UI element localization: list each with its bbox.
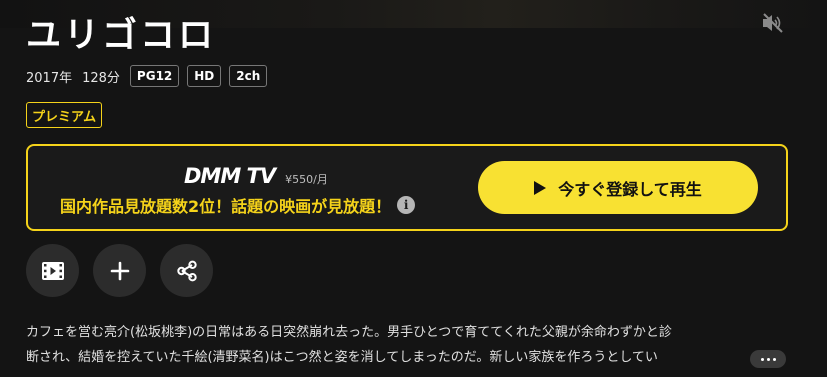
brand-row: DMM TV ¥550/月 [184, 164, 328, 188]
plus-icon [110, 261, 129, 280]
mute-button[interactable] [760, 10, 786, 36]
release-year: 2017年 [26, 70, 73, 86]
dot [766, 357, 770, 361]
rating-badge: PG12 [129, 65, 180, 87]
info-icon[interactable]: i [397, 196, 416, 214]
more-dots-icon[interactable] [750, 350, 786, 368]
action-buttons [26, 244, 213, 297]
meta-row: 2017年 128分 PG12 HD 2ch [26, 64, 268, 88]
audio-badge: 2ch [229, 65, 268, 87]
synopsis: カフェを営む亮介(松坂桃李)の日常はある日突然崩れ去った。男手ひとつで育ててくれ… [26, 320, 786, 370]
speaker-muted-icon [763, 13, 783, 33]
price-label: ¥550/月 [285, 173, 328, 186]
premium-badge: プレミアム [26, 102, 103, 128]
page-title: ユリゴコロ [26, 16, 217, 56]
promo-banner: DMM TV ¥550/月 国内作品見放題数2位！話題の映画が見放題！ i 今す… [26, 144, 788, 231]
cta-label: 今すぐ登録して再生 [558, 181, 702, 199]
promo-catchcopy-row: 国内作品見放題数2位！話題の映画が見放題！ i [60, 193, 416, 217]
share-icon [176, 260, 197, 281]
quality-badge: HD [187, 65, 222, 87]
share-button[interactable] [160, 244, 213, 297]
synopsis-fade [690, 345, 750, 370]
synopsis-line-1: カフェを営む亮介(松坂桃李)の日常はある日突然崩れ去った。男手ひとつで育ててくれ… [26, 325, 672, 340]
promo-catchcopy: 国内作品見放題数2位！話題の映画が見放題！ [60, 197, 392, 216]
add-to-list-button[interactable] [93, 244, 146, 297]
synopsis-line-2: 断され、結婚を控えていた千絵(清野菜名)はこつ然と姿を消してしまったのだ。新しい… [26, 350, 658, 365]
register-and-play-button[interactable]: 今すぐ登録して再生 [478, 161, 758, 214]
dot [760, 357, 764, 361]
play-icon [534, 180, 547, 195]
trailer-button[interactable] [26, 244, 79, 297]
duration: 128分 [82, 70, 120, 86]
dot [772, 357, 776, 361]
film-icon [41, 261, 64, 280]
dmm-tv-logo: DMM TV [184, 164, 276, 188]
